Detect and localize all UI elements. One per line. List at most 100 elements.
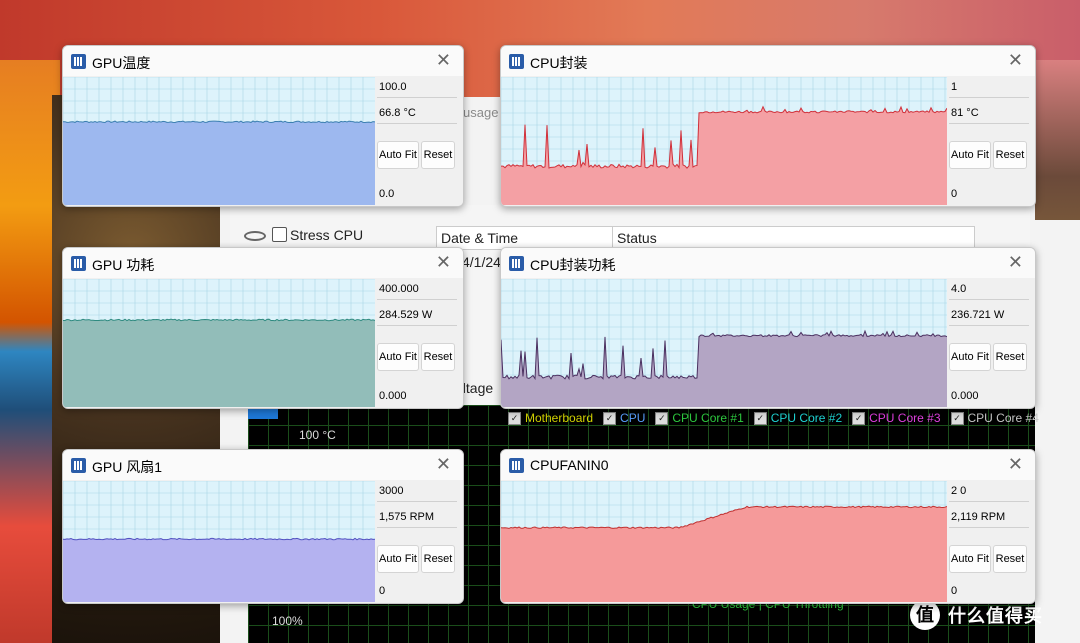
hwinfo-title-fragment: usage — [463, 105, 499, 120]
window-titlebar[interactable]: GPU 功耗 ✕ — [63, 248, 463, 278]
column-divider — [612, 227, 613, 247]
hwinfo-icon — [71, 458, 86, 473]
reset-button[interactable]: Reset — [993, 343, 1027, 371]
legend-checkbox[interactable]: ✓ — [852, 411, 866, 425]
max-value: 4.0 — [951, 283, 967, 295]
close-icon[interactable]: ✕ — [1008, 252, 1023, 273]
window-titlebar[interactable]: GPU温度 ✕ — [63, 46, 463, 76]
stress-cpu-checkbox[interactable] — [272, 227, 287, 242]
sensor-graph — [501, 481, 947, 602]
close-icon[interactable]: ✕ — [436, 50, 451, 71]
window-titlebar[interactable]: CPU封装 ✕ — [501, 46, 1035, 76]
hwinfo-icon — [71, 256, 86, 271]
legend-label: CPU — [620, 411, 646, 425]
graph-plot — [63, 481, 375, 602]
series-area — [501, 331, 947, 407]
sensor-graph — [501, 77, 947, 205]
legend-checkbox[interactable]: ✓ — [753, 411, 767, 425]
max-value: 100.0 — [379, 81, 407, 93]
stress-cpu-label: Stress CPU — [290, 227, 364, 243]
sensor-graph-window[interactable]: CPU封装 ✕ 1 81 °C Auto Fit Reset 0 — [500, 45, 1036, 207]
close-icon[interactable]: ✕ — [1008, 50, 1023, 71]
legend-checkbox[interactable]: ✓ — [603, 411, 617, 425]
desktop-wallpaper-left — [0, 60, 60, 643]
close-icon[interactable]: ✕ — [1008, 454, 1023, 475]
graph-plot — [63, 77, 375, 205]
min-value: 0.000 — [379, 390, 407, 402]
legend-item[interactable]: ✓ CPU Core #4 — [950, 411, 1039, 425]
max-value: 2 0 — [951, 485, 967, 497]
auto-fit-button[interactable]: Auto Fit — [949, 141, 991, 169]
series-area — [63, 538, 375, 602]
legend-label: CPU Core #3 — [869, 411, 941, 425]
sensor-graph-window[interactable]: GPU 风扇1 ✕ 3000 1,575 RPM Auto Fit Reset … — [62, 449, 464, 604]
reset-button[interactable]: Reset — [993, 141, 1027, 169]
current-value: 66.8 °C — [379, 107, 416, 119]
legend-row: ✓ Motherboard ✓ CPU ✓ CPU Core #1 ✓ CPU Core #2… — [508, 408, 1039, 428]
window-title: GPU 风扇1 — [92, 459, 163, 475]
auto-fit-button[interactable]: Auto Fit — [377, 141, 419, 169]
auto-fit-button[interactable]: Auto Fit — [949, 343, 991, 371]
reset-button[interactable]: Reset — [993, 545, 1027, 573]
series-area — [501, 506, 947, 602]
hwinfo-icon — [509, 256, 524, 271]
max-value: 3000 — [379, 485, 404, 497]
close-icon[interactable]: ✕ — [436, 454, 451, 475]
graph-plot — [501, 481, 947, 602]
legend-checkbox[interactable]: ✓ — [655, 411, 669, 425]
min-value: 0.000 — [951, 390, 979, 402]
graph-plot — [501, 77, 947, 205]
min-value: 0 — [379, 585, 386, 597]
series-area — [63, 121, 375, 205]
date-time-column[interactable]: Date & Time — [441, 230, 518, 246]
window-title: CPUFANIN0 — [530, 457, 609, 473]
window-title: CPU封装功耗 — [530, 257, 616, 273]
graph-side-panel: 2 0 2,119 RPM Auto Fit Reset 0 — [947, 481, 1035, 603]
graph-side-panel: 100.0 66.8 °C Auto Fit Reset 0.0 — [375, 77, 463, 206]
sensor-graph-window[interactable]: GPU温度 ✕ 100.0 66.8 °C Auto Fit Reset 0.0 — [62, 45, 464, 207]
sensor-graph-window[interactable]: CPU封装功耗 ✕ 4.0 236.721 W Auto Fit Reset 0… — [500, 247, 1036, 409]
watermark-logo: 值 — [910, 600, 940, 630]
close-icon[interactable]: ✕ — [436, 252, 451, 273]
date-cell: 4/1/24 — [462, 254, 501, 270]
max-value: 1 — [951, 81, 958, 93]
status-column[interactable]: Status — [617, 230, 657, 246]
legend-item[interactable]: ✓ Motherboard — [508, 411, 593, 425]
legend-label: Motherboard — [525, 411, 594, 425]
sensor-graph-window[interactable]: GPU 功耗 ✕ 400.000 284.529 W Auto Fit Rese… — [62, 247, 464, 409]
hwinfo-icon — [509, 458, 524, 473]
legend-label: CPU Core #4 — [967, 411, 1039, 425]
legend-item[interactable]: ✓ CPU Core #3 — [852, 411, 941, 425]
min-value: 0 — [951, 585, 958, 597]
reset-button[interactable]: Reset — [421, 545, 455, 573]
legend-checkbox[interactable]: ✓ — [508, 411, 521, 425]
window-title: CPU封装 — [530, 55, 588, 71]
current-value: 1,575 RPM — [379, 511, 435, 523]
legend-checkbox[interactable]: ✓ — [950, 411, 964, 425]
graph-plot — [63, 279, 375, 407]
percent-axis-label: 100% — [272, 614, 303, 628]
stress-cpu-icon — [244, 231, 266, 241]
current-value: 236.721 W — [951, 309, 1005, 321]
sensor-graph-window[interactable]: CPUFANIN0 ✕ 2 0 2,119 RPM Auto Fit Reset… — [500, 449, 1036, 604]
reset-button[interactable]: Reset — [421, 141, 455, 169]
auto-fit-button[interactable]: Auto Fit — [949, 545, 991, 573]
auto-fit-button[interactable]: Auto Fit — [377, 343, 419, 371]
legend-item[interactable]: ✓ CPU Core #2 — [753, 411, 842, 425]
window-titlebar[interactable]: CPUFANIN0 ✕ — [501, 450, 1035, 480]
series-area — [501, 106, 947, 205]
auto-fit-button[interactable]: Auto Fit — [377, 545, 419, 573]
watermark-text: 什么值得买 — [948, 606, 1043, 626]
window-titlebar[interactable]: CPU封装功耗 ✕ — [501, 248, 1035, 278]
reset-button[interactable]: Reset — [421, 343, 455, 371]
legend-item[interactable]: ✓ CPU — [603, 411, 645, 425]
graph-side-panel: 3000 1,575 RPM Auto Fit Reset 0 — [375, 481, 463, 603]
legend-label: CPU Core #1 — [672, 411, 744, 425]
window-title: GPU温度 — [92, 55, 151, 71]
watermark: 值 什么值得买 — [910, 600, 1043, 630]
legend-item[interactable]: ✓ CPU Core #1 — [655, 411, 744, 425]
window-titlebar[interactable]: GPU 风扇1 ✕ — [63, 450, 463, 480]
sensor-graph — [63, 279, 375, 407]
temperature-axis-label: 100 °C — [299, 428, 336, 442]
min-value: 0.0 — [379, 188, 395, 200]
